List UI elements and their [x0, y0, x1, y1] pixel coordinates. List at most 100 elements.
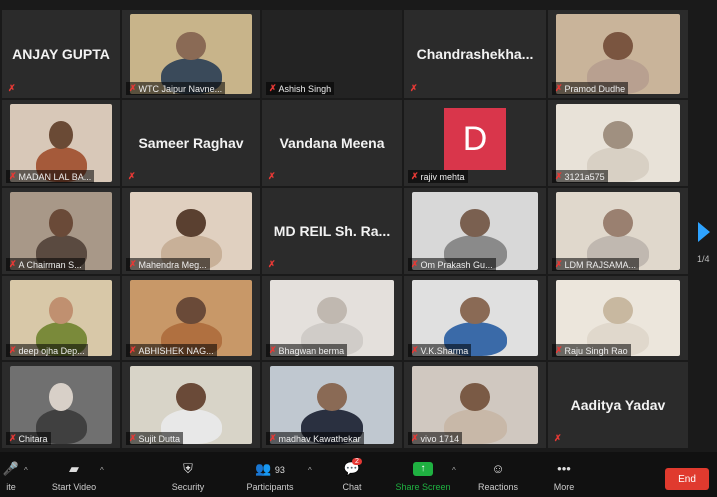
- participant-tile[interactable]: ✗ Ashish Singh: [262, 10, 402, 98]
- participant-head: [176, 31, 206, 61]
- participant-tile[interactable]: ✗ Chitara: [2, 362, 120, 448]
- participant-head: [603, 121, 633, 150]
- share-screen-button[interactable]: ↑ Share Screen: [392, 452, 454, 497]
- participant-tile[interactable]: Aaditya Yadav ✗: [548, 362, 688, 448]
- start-video-label: Start Video: [51, 482, 97, 492]
- participants-icon: 👥 93: [255, 461, 285, 476]
- muted-mic-icon: ✗: [555, 83, 563, 93]
- participant-head: [603, 296, 633, 325]
- participant-tile[interactable]: ✗ ABHISHEK NAG...: [122, 276, 260, 360]
- muted-mic-icon: ✗: [269, 83, 277, 93]
- participant-label: ✗ vivo 1714: [408, 432, 463, 445]
- audio-caret-icon[interactable]: ^: [24, 466, 28, 475]
- participant-head: [603, 209, 633, 238]
- participant-name: Bhagwan berma: [278, 345, 345, 356]
- participant-tile[interactable]: ANJAY GUPTA ✗: [2, 10, 120, 98]
- video-off-icon: ▰: [69, 461, 79, 476]
- participant-tile[interactable]: ✗ Pramod Dudhe: [548, 10, 688, 98]
- more-button[interactable]: ••• More: [544, 452, 584, 497]
- chat-button[interactable]: 💬 2 Chat: [332, 452, 372, 497]
- participant-label: ✗ MADAN LAL BA...: [6, 170, 95, 183]
- participants-button[interactable]: 👥 93 Participants: [236, 452, 304, 497]
- muted-mic-icon: ✗: [411, 345, 419, 355]
- participant-name: Sujit Dutta: [138, 433, 181, 444]
- participant-name: Raju Singh Rao: [564, 345, 628, 356]
- participant-tile[interactable]: ✗ Raju Singh Rao: [548, 276, 688, 360]
- share-caret-icon[interactable]: ^: [452, 466, 456, 475]
- page-indicator: 1/4: [697, 254, 710, 264]
- participant-name: Aaditya Yadav: [570, 397, 666, 413]
- next-page-arrow-icon[interactable]: [698, 222, 710, 242]
- participant-tile[interactable]: ✗ deep ojha Dep...: [2, 276, 120, 360]
- participant-tile[interactable]: ✗ MADAN LAL BA...: [2, 100, 120, 186]
- participant-name: MADAN LAL BA...: [18, 171, 92, 182]
- end-meeting-button[interactable]: End: [665, 468, 709, 490]
- participant-tile[interactable]: Sameer Raghav ✗: [122, 100, 260, 186]
- participant-tile[interactable]: ✗ vivo 1714: [404, 362, 546, 448]
- participant-label: ✗ Mahendra Meg...: [126, 258, 210, 271]
- participant-tile[interactable]: ✗ Mahendra Meg...: [122, 188, 260, 274]
- participant-label: ✗ Sujit Dutta: [126, 432, 184, 445]
- participant-name: Chandrashekha...: [416, 46, 534, 62]
- reactions-button[interactable]: ☺ Reactions: [470, 452, 526, 497]
- security-label: Security: [171, 482, 205, 492]
- participant-name: V.K.Sharma: [420, 345, 469, 356]
- participant-tile[interactable]: ✗ Om Prakash Gu...: [404, 188, 546, 274]
- chat-label: Chat: [342, 482, 362, 492]
- participant-name: WTC Jaipur Navne...: [138, 83, 223, 94]
- muted-mic-icon: ✗: [411, 433, 419, 443]
- muted-mic-icon: ✗: [411, 171, 419, 181]
- participant-label: ✗ WTC Jaipur Navne...: [126, 82, 226, 95]
- participants-label: Participants: [246, 482, 294, 492]
- muted-mic-icon: ✗: [9, 433, 17, 443]
- participant-name: Om Prakash Gu...: [420, 259, 493, 270]
- participant-label: ✗ Pramod Dudhe: [552, 82, 629, 95]
- muted-mic-icon: ✗: [555, 345, 563, 355]
- participants-caret-icon[interactable]: ^: [308, 466, 312, 475]
- start-video-button[interactable]: ▰ Start Video: [44, 452, 104, 497]
- participant-name: A Chairman S...: [18, 259, 82, 270]
- participant-tile[interactable]: MD REIL Sh. Ra... ✗: [262, 188, 402, 274]
- participant-label: ✗ deep ojha Dep...: [6, 344, 88, 357]
- participant-label: ✗ Bhagwan berma: [266, 344, 348, 357]
- participant-name: 3121a575: [564, 171, 605, 182]
- muted-mic-icon: ✗: [128, 171, 136, 181]
- participant-label: ✗ Ashish Singh: [266, 82, 335, 95]
- participant-head: [603, 31, 633, 61]
- participant-name: LDM RAJSAMA...: [564, 259, 637, 270]
- participant-name: Mahendra Meg...: [138, 259, 207, 270]
- more-dots-icon: •••: [557, 461, 571, 476]
- more-label: More: [553, 482, 575, 492]
- muted-mic-icon: ✗: [8, 83, 16, 93]
- muted-mic-icon: ✗: [9, 171, 17, 181]
- participant-tile[interactable]: ✗ V.K.Sharma: [404, 276, 546, 360]
- participant-name: Vandana Meena: [279, 135, 385, 151]
- participant-label: ✗ madhav Kawathekar: [266, 432, 364, 445]
- security-button[interactable]: ⛨ Security: [160, 452, 216, 497]
- muted-mic-icon: ✗: [129, 83, 137, 93]
- participant-tile[interactable]: ✗ madhav Kawathekar: [262, 362, 402, 448]
- avatar: D: [444, 108, 506, 170]
- video-caret-icon[interactable]: ^: [100, 466, 104, 475]
- participant-tile[interactable]: ✗ A Chairman S...: [2, 188, 120, 274]
- participant-tile[interactable]: ✗ Bhagwan berma: [262, 276, 402, 360]
- participant-label: ✗ ABHISHEK NAG...: [126, 344, 217, 357]
- participant-head: [317, 383, 347, 412]
- reactions-label: Reactions: [477, 482, 519, 492]
- participant-tile[interactable]: ✗ WTC Jaipur Navne...: [122, 10, 260, 98]
- participant-tile[interactable]: ✗ LDM RAJSAMA...: [548, 188, 688, 274]
- participant-tile[interactable]: Vandana Meena ✗: [262, 100, 402, 186]
- audio-button[interactable]: 🎤 ite: [0, 452, 22, 497]
- muted-mic-icon: ✗: [554, 433, 562, 443]
- muted-mic-icon: ✗: [268, 171, 276, 181]
- participant-head: [48, 121, 74, 150]
- participant-label: ✗ rajiv mehta: [408, 170, 468, 183]
- participant-tile[interactable]: ✗ Sujit Dutta: [122, 362, 260, 448]
- participant-tile[interactable]: D ✗ rajiv mehta: [404, 100, 546, 186]
- participant-name: rajiv mehta: [420, 171, 465, 182]
- participant-label: ✗ Chitara: [6, 432, 51, 445]
- participant-tile[interactable]: Chandrashekha... ✗: [404, 10, 546, 98]
- muted-mic-icon: ✗: [269, 433, 277, 443]
- participant-tile[interactable]: ✗ 3121a575: [548, 100, 688, 186]
- participant-name: Sameer Raghav: [138, 135, 244, 151]
